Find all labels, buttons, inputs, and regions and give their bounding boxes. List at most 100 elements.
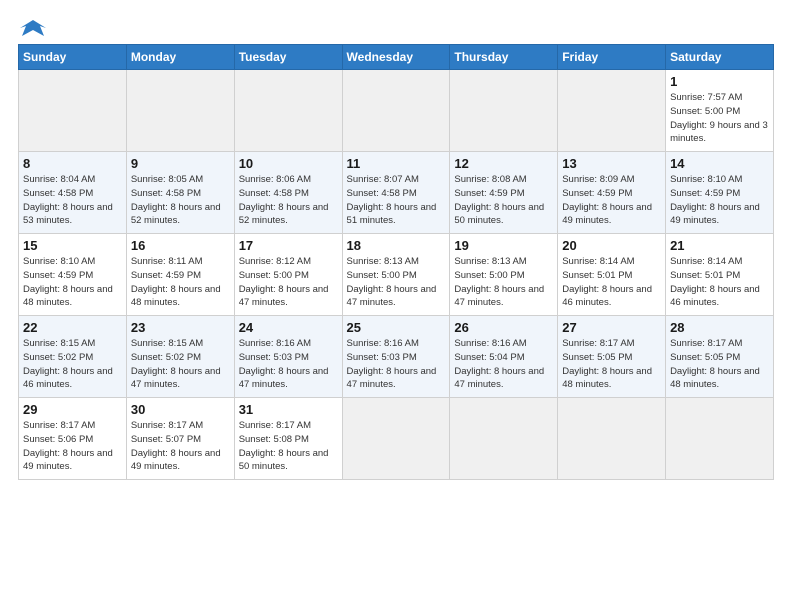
weekday-header-monday: Monday xyxy=(126,45,234,70)
day-cell xyxy=(558,70,666,152)
day-number: 17 xyxy=(239,238,338,253)
day-info: Sunrise: 8:17 AMSunset: 5:08 PMDaylight:… xyxy=(239,419,338,474)
day-cell xyxy=(342,70,450,152)
day-number: 10 xyxy=(239,156,338,171)
day-info: Sunrise: 8:08 AMSunset: 4:59 PMDaylight:… xyxy=(454,173,553,228)
day-cell: 17 Sunrise: 8:12 AMSunset: 5:00 PMDayligh… xyxy=(234,234,342,316)
day-number: 24 xyxy=(239,320,338,335)
day-number: 12 xyxy=(454,156,553,171)
day-cell: 9 Sunrise: 8:05 AMSunset: 4:58 PMDaylight… xyxy=(126,152,234,234)
day-cell: 14 Sunrise: 8:10 AMSunset: 4:59 PMDayligh… xyxy=(666,152,774,234)
day-number: 20 xyxy=(562,238,661,253)
day-cell: 26 Sunrise: 8:16 AMSunset: 5:04 PMDayligh… xyxy=(450,316,558,398)
day-info: Sunrise: 8:17 AMSunset: 5:06 PMDaylight:… xyxy=(23,419,122,474)
weekday-header-saturday: Saturday xyxy=(666,45,774,70)
day-info: Sunrise: 8:17 AMSunset: 5:05 PMDaylight:… xyxy=(670,337,769,392)
day-cell: 21 Sunrise: 8:14 AMSunset: 5:01 PMDayligh… xyxy=(666,234,774,316)
day-info: Sunrise: 8:13 AMSunset: 5:00 PMDaylight:… xyxy=(347,255,446,310)
day-info: Sunrise: 8:15 AMSunset: 5:02 PMDaylight:… xyxy=(131,337,230,392)
day-number: 14 xyxy=(670,156,769,171)
day-number: 26 xyxy=(454,320,553,335)
day-info: Sunrise: 8:16 AMSunset: 5:04 PMDaylight:… xyxy=(454,337,553,392)
day-cell: 12 Sunrise: 8:08 AMSunset: 4:59 PMDayligh… xyxy=(450,152,558,234)
day-cell: 13 Sunrise: 8:09 AMSunset: 4:59 PMDayligh… xyxy=(558,152,666,234)
day-number: 27 xyxy=(562,320,661,335)
day-cell: 11 Sunrise: 8:07 AMSunset: 4:58 PMDayligh… xyxy=(342,152,450,234)
day-info: Sunrise: 7:57 AMSunset: 5:00 PMDaylight:… xyxy=(670,91,769,146)
day-cell xyxy=(126,70,234,152)
day-info: Sunrise: 8:13 AMSunset: 5:00 PMDaylight:… xyxy=(454,255,553,310)
day-cell: 10 Sunrise: 8:06 AMSunset: 4:58 PMDayligh… xyxy=(234,152,342,234)
day-info: Sunrise: 8:04 AMSunset: 4:58 PMDaylight:… xyxy=(23,173,122,228)
day-cell xyxy=(450,398,558,480)
day-info: Sunrise: 8:16 AMSunset: 5:03 PMDaylight:… xyxy=(239,337,338,392)
weekday-header-friday: Friday xyxy=(558,45,666,70)
day-info: Sunrise: 8:10 AMSunset: 4:59 PMDaylight:… xyxy=(670,173,769,228)
calendar-table: SundayMondayTuesdayWednesdayThursdayFrid… xyxy=(18,44,774,480)
day-info: Sunrise: 8:09 AMSunset: 4:59 PMDaylight:… xyxy=(562,173,661,228)
day-info: Sunrise: 8:05 AMSunset: 4:58 PMDaylight:… xyxy=(131,173,230,228)
weekday-header-tuesday: Tuesday xyxy=(234,45,342,70)
day-cell xyxy=(342,398,450,480)
day-cell: 30 Sunrise: 8:17 AMSunset: 5:07 PMDayligh… xyxy=(126,398,234,480)
day-number: 30 xyxy=(131,402,230,417)
day-number: 16 xyxy=(131,238,230,253)
logo xyxy=(18,18,46,36)
day-number: 9 xyxy=(131,156,230,171)
day-info: Sunrise: 8:14 AMSunset: 5:01 PMDaylight:… xyxy=(562,255,661,310)
weekday-header-thursday: Thursday xyxy=(450,45,558,70)
day-number: 8 xyxy=(23,156,122,171)
day-number: 11 xyxy=(347,156,446,171)
week-row-4: 22 Sunrise: 8:15 AMSunset: 5:02 PMDayligh… xyxy=(19,316,774,398)
day-number: 28 xyxy=(670,320,769,335)
day-info: Sunrise: 8:14 AMSunset: 5:01 PMDaylight:… xyxy=(670,255,769,310)
day-info: Sunrise: 8:12 AMSunset: 5:00 PMDaylight:… xyxy=(239,255,338,310)
page: SundayMondayTuesdayWednesdayThursdayFrid… xyxy=(0,0,792,612)
day-cell: 18 Sunrise: 8:13 AMSunset: 5:00 PMDayligh… xyxy=(342,234,450,316)
day-cell xyxy=(450,70,558,152)
day-number: 13 xyxy=(562,156,661,171)
day-info: Sunrise: 8:15 AMSunset: 5:02 PMDaylight:… xyxy=(23,337,122,392)
day-number: 31 xyxy=(239,402,338,417)
day-cell: 20 Sunrise: 8:14 AMSunset: 5:01 PMDayligh… xyxy=(558,234,666,316)
day-cell: 8 Sunrise: 8:04 AMSunset: 4:58 PMDaylight… xyxy=(19,152,127,234)
day-cell xyxy=(19,70,127,152)
header xyxy=(18,18,774,36)
day-cell: 29 Sunrise: 8:17 AMSunset: 5:06 PMDayligh… xyxy=(19,398,127,480)
day-info: Sunrise: 8:10 AMSunset: 4:59 PMDaylight:… xyxy=(23,255,122,310)
day-number: 18 xyxy=(347,238,446,253)
day-number: 23 xyxy=(131,320,230,335)
day-cell: 16 Sunrise: 8:11 AMSunset: 4:59 PMDayligh… xyxy=(126,234,234,316)
day-cell: 27 Sunrise: 8:17 AMSunset: 5:05 PMDayligh… xyxy=(558,316,666,398)
weekday-header-wednesday: Wednesday xyxy=(342,45,450,70)
day-number: 1 xyxy=(670,74,769,89)
day-number: 25 xyxy=(347,320,446,335)
day-cell: 25 Sunrise: 8:16 AMSunset: 5:03 PMDayligh… xyxy=(342,316,450,398)
day-number: 29 xyxy=(23,402,122,417)
day-cell: 23 Sunrise: 8:15 AMSunset: 5:02 PMDayligh… xyxy=(126,316,234,398)
day-cell: 22 Sunrise: 8:15 AMSunset: 5:02 PMDayligh… xyxy=(19,316,127,398)
logo-bird-icon xyxy=(20,18,46,40)
day-info: Sunrise: 8:17 AMSunset: 5:05 PMDaylight:… xyxy=(562,337,661,392)
day-cell: 19 Sunrise: 8:13 AMSunset: 5:00 PMDayligh… xyxy=(450,234,558,316)
week-row-3: 15 Sunrise: 8:10 AMSunset: 4:59 PMDayligh… xyxy=(19,234,774,316)
day-cell: 31 Sunrise: 8:17 AMSunset: 5:08 PMDayligh… xyxy=(234,398,342,480)
day-cell xyxy=(666,398,774,480)
day-cell: 1 Sunrise: 7:57 AMSunset: 5:00 PMDaylight… xyxy=(666,70,774,152)
day-info: Sunrise: 8:17 AMSunset: 5:07 PMDaylight:… xyxy=(131,419,230,474)
day-info: Sunrise: 8:06 AMSunset: 4:58 PMDaylight:… xyxy=(239,173,338,228)
day-number: 19 xyxy=(454,238,553,253)
day-cell: 15 Sunrise: 8:10 AMSunset: 4:59 PMDayligh… xyxy=(19,234,127,316)
week-row-5: 29 Sunrise: 8:17 AMSunset: 5:06 PMDayligh… xyxy=(19,398,774,480)
header-row: SundayMondayTuesdayWednesdayThursdayFrid… xyxy=(19,45,774,70)
week-row-1: 1 Sunrise: 7:57 AMSunset: 5:00 PMDaylight… xyxy=(19,70,774,152)
day-number: 21 xyxy=(670,238,769,253)
day-info: Sunrise: 8:16 AMSunset: 5:03 PMDaylight:… xyxy=(347,337,446,392)
week-row-2: 8 Sunrise: 8:04 AMSunset: 4:58 PMDaylight… xyxy=(19,152,774,234)
weekday-header-sunday: Sunday xyxy=(19,45,127,70)
day-info: Sunrise: 8:11 AMSunset: 4:59 PMDaylight:… xyxy=(131,255,230,310)
day-info: Sunrise: 8:07 AMSunset: 4:58 PMDaylight:… xyxy=(347,173,446,228)
day-cell xyxy=(234,70,342,152)
day-number: 22 xyxy=(23,320,122,335)
day-number: 15 xyxy=(23,238,122,253)
